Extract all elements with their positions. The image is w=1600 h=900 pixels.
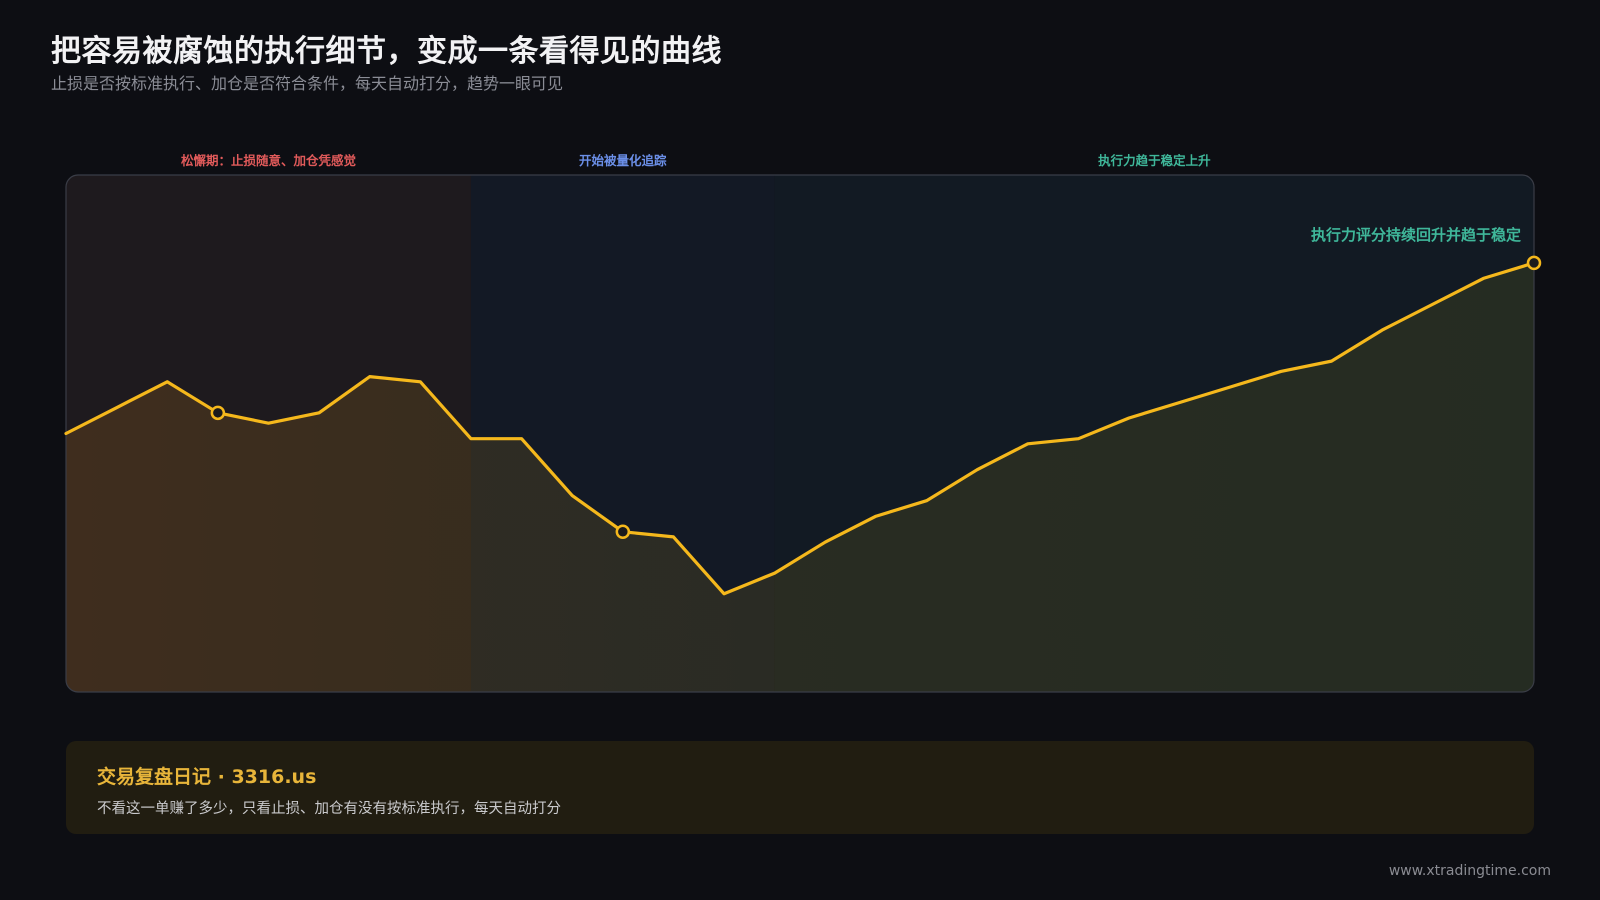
footer-title: 交易复盘日记 · 3316.us (97, 766, 317, 788)
footer-description: 不看这一单赚了多少，只看止损、加仓有没有按标准执行，每天自动打分 (97, 801, 561, 817)
score-point-marker (615, 524, 631, 539)
annotation-label: 执行力评分持续回升并趋于稳定 (1311, 226, 1521, 244)
site-url[interactable]: www.xtradingtime.com (1389, 863, 1551, 879)
score-point-marker (210, 405, 226, 421)
footer-card: 交易复盘日记 · 3316.us 不看这一单赚了多少，只看止损、加仓有没有按标准… (66, 741, 1534, 834)
score-point-marker (1526, 255, 1542, 271)
